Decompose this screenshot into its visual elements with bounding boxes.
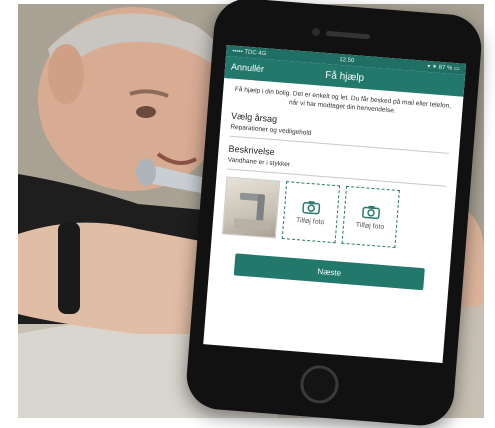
form-content: Få hjælp i din bolig. Det er enkelt og l… <box>208 78 463 298</box>
battery-text: ▾ ⁕ 87 % ▭ <box>427 63 460 73</box>
camera-icon <box>302 200 321 214</box>
app-screen: ••••• TDC 4G 12.50 ▾ ⁕ 87 % ▭ Annullér F… <box>203 45 467 363</box>
add-photo-button-1[interactable]: Tilføj foto <box>281 181 341 244</box>
faucet-icon <box>233 192 271 231</box>
add-photo-label-1: Tilføj foto <box>295 216 325 226</box>
photo-thumbnail[interactable] <box>221 176 281 239</box>
add-photo-label-2: Tilføj foto <box>355 221 385 231</box>
cancel-button[interactable]: Annullér <box>231 61 265 74</box>
next-button[interactable]: Næste <box>233 253 425 291</box>
clock-text: 12.50 <box>339 56 355 64</box>
front-camera-icon <box>311 27 321 37</box>
smartphone: ••••• TDC 4G 12.50 ▾ ⁕ 87 % ▭ Annullér F… <box>184 0 484 428</box>
home-button[interactable] <box>298 363 340 405</box>
photo-row: Tilføj foto Tilføj foto <box>221 176 446 251</box>
camera-icon <box>362 205 381 219</box>
carrier-text: ••••• TDC 4G <box>232 48 267 57</box>
app-title: Få hjælp <box>324 69 365 84</box>
add-photo-button-2[interactable]: Tilføj foto <box>341 185 400 248</box>
speaker-grille <box>325 30 371 40</box>
